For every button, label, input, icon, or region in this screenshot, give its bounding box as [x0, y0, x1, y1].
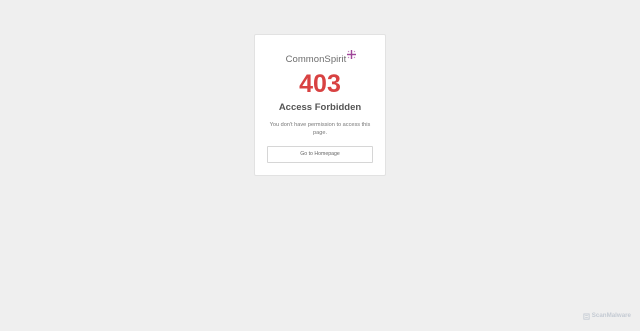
go-to-homepage-button[interactable]: Go to Homepage	[267, 146, 373, 163]
page: CommonSpirit 403 Access Forbidden You do…	[0, 0, 640, 331]
brand-logo: CommonSpirit	[255, 49, 385, 65]
error-title: Access Forbidden	[278, 102, 362, 113]
watermark-text: ScanMalware	[591, 312, 631, 319]
error-message: You don't have permission to access this…	[269, 122, 371, 136]
error-card: CommonSpirit 403 Access Forbidden You do…	[254, 34, 386, 176]
error-code: 403	[299, 70, 341, 98]
plus-cross-logo-icon	[347, 50, 357, 59]
brand-name: CommonSpirit	[285, 54, 347, 65]
watermark: ScanMalware	[583, 312, 631, 320]
scanmalware-logo-icon	[583, 312, 590, 320]
